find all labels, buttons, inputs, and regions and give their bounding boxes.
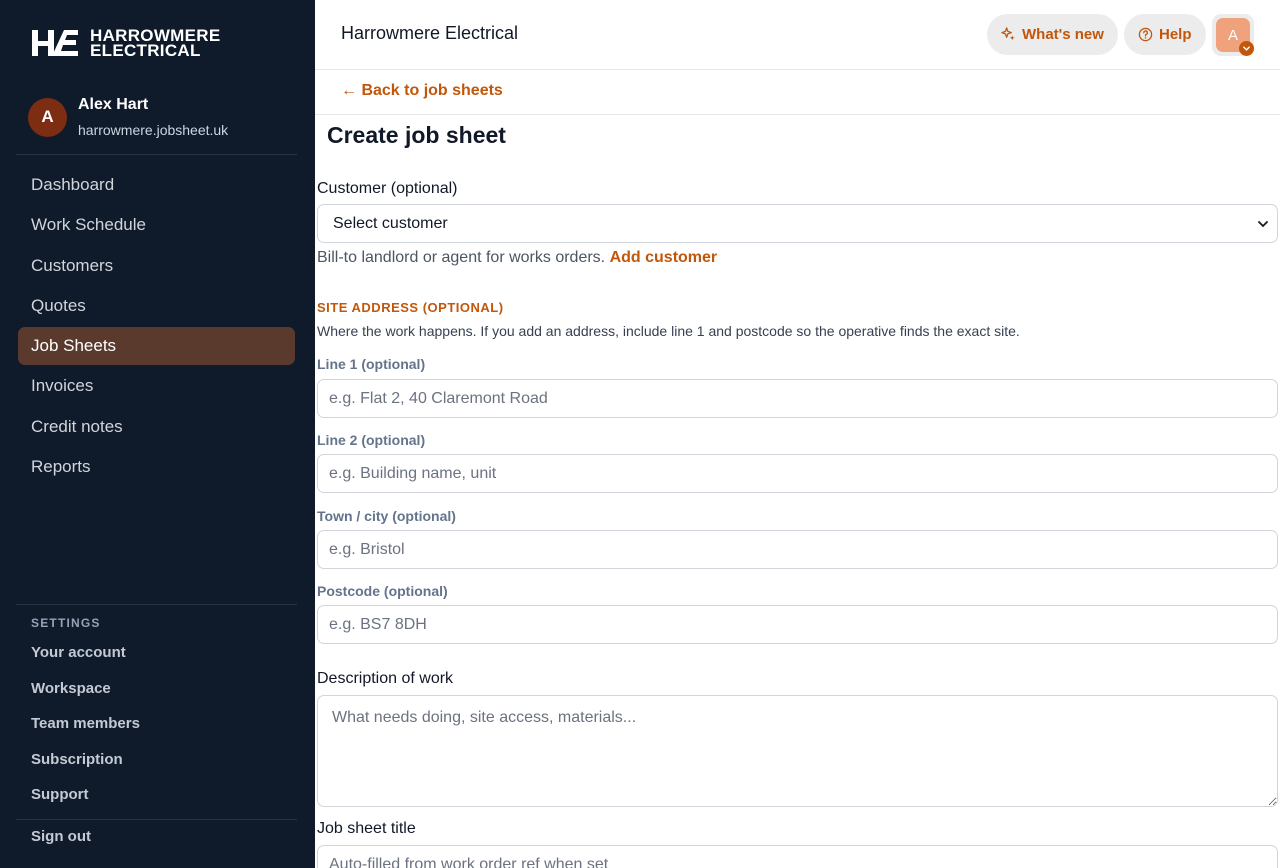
customer-label: Customer (optional) xyxy=(317,180,458,197)
customer-hint-text: Bill-to landlord or agent for works orde… xyxy=(317,249,606,266)
postcode-label: Postcode (optional) xyxy=(317,583,448,599)
chevron-down-icon xyxy=(1239,41,1254,56)
settings-nav: Your account Workspace Team members Subs… xyxy=(31,641,140,819)
whats-new-label: What's new xyxy=(1022,26,1104,43)
customer-hint: Bill-to landlord or agent for works orde… xyxy=(317,249,717,267)
help-label: Help xyxy=(1159,26,1192,43)
brand-line-2: ELECTRICAL xyxy=(90,41,201,60)
job-sheet-title-label: Job sheet title xyxy=(317,820,416,837)
help-button[interactable]: Help xyxy=(1124,14,1206,55)
sidebar-item-dashboard[interactable]: Dashboard xyxy=(18,166,295,204)
profile-name: Alex Hart xyxy=(78,96,149,113)
sidebar-item-reports[interactable]: Reports xyxy=(18,448,295,486)
whats-new-button[interactable]: What's new xyxy=(987,14,1118,55)
customer-select-value: Select customer xyxy=(333,214,448,232)
description-label: Description of work xyxy=(317,670,454,687)
settings-item-subscription[interactable]: Subscription xyxy=(31,748,140,784)
back-to-job-sheets-link[interactable]: ← Back to job sheets xyxy=(341,82,503,100)
sign-out-link[interactable]: Sign out xyxy=(31,828,91,845)
brand-logo[interactable]: HARROWMERE ELECTRICAL xyxy=(30,27,221,60)
sidebar-item-job-sheets[interactable]: Job Sheets xyxy=(18,327,295,366)
site-address-description: Where the work happens. If you add an ad… xyxy=(317,323,1020,339)
page-title: Create job sheet xyxy=(327,122,506,148)
site-address-heading: SITE ADDRESS (OPTIONAL) xyxy=(317,300,504,315)
sidebar-item-credit-notes[interactable]: Credit notes xyxy=(18,408,295,446)
customer-select[interactable]: Select customer xyxy=(317,204,1278,243)
settings-item-your-account[interactable]: Your account xyxy=(31,641,140,677)
description-textarea[interactable] xyxy=(317,695,1278,807)
sparkle-icon xyxy=(1001,27,1015,41)
sidebar-item-quotes[interactable]: Quotes xyxy=(18,287,295,325)
sidebar-item-work-schedule[interactable]: Work Schedule xyxy=(18,206,295,244)
sidebar-nav: Dashboard Work Schedule Customers Quotes… xyxy=(18,166,295,488)
settings-item-support[interactable]: Support xyxy=(31,783,140,819)
settings-item-workspace[interactable]: Workspace xyxy=(31,677,140,713)
sidebar-divider xyxy=(16,604,297,605)
sidebar-divider xyxy=(16,154,297,155)
back-bar: ← Back to job sheets xyxy=(315,71,1280,115)
settings-item-team-members[interactable]: Team members xyxy=(31,712,140,748)
top-header: Harrowmere Electrical What's new Help A xyxy=(315,0,1280,70)
profile-domain: harrowmere.jobsheet.uk xyxy=(78,122,229,138)
header-title: Harrowmere Electrical xyxy=(341,23,519,43)
address-line2-input[interactable] xyxy=(317,454,1278,493)
sidebar-divider xyxy=(16,819,297,820)
help-circle-icon xyxy=(1138,27,1153,42)
job-sheet-title-input[interactable] xyxy=(317,845,1278,868)
user-profile[interactable]: A Alex Hart harrowmere.jobsheet.uk xyxy=(28,96,228,138)
chevron-down-icon xyxy=(1258,220,1268,227)
add-customer-link[interactable]: Add customer xyxy=(610,249,718,266)
settings-heading: SETTINGS xyxy=(31,616,101,630)
brand-name: HARROWMERE ELECTRICAL xyxy=(90,27,221,60)
postcode-input[interactable] xyxy=(317,605,1278,644)
user-menu-button[interactable]: A xyxy=(1212,14,1254,56)
address-line1-input[interactable] xyxy=(317,379,1278,418)
line2-label: Line 2 (optional) xyxy=(317,432,426,448)
town-label: Town / city (optional) xyxy=(317,508,456,524)
line1-label: Line 1 (optional) xyxy=(317,356,426,372)
town-input[interactable] xyxy=(317,530,1278,569)
sidebar: HARROWMERE ELECTRICAL A Alex Hart harrow… xyxy=(0,0,315,868)
avatar: A xyxy=(28,97,67,137)
sidebar-item-customers[interactable]: Customers xyxy=(18,247,295,285)
brand-logo-icon xyxy=(32,30,78,56)
sidebar-item-invoices[interactable]: Invoices xyxy=(18,367,295,405)
